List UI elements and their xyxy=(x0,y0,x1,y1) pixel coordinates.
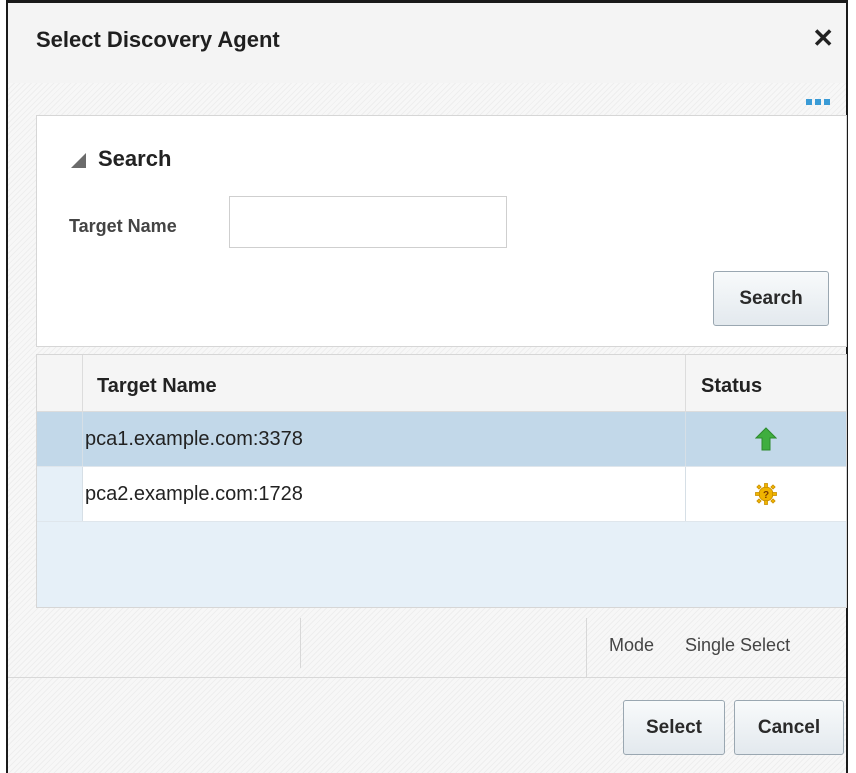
column-divider xyxy=(685,355,686,412)
dialog-title: Select Discovery Agent xyxy=(36,27,280,52)
table-row[interactable]: pca2.example.com:1728 ? xyxy=(37,467,846,522)
dialog-content: Search Target Name Search Target Name St… xyxy=(8,83,847,773)
search-header[interactable]: Search xyxy=(71,146,171,172)
search-panel: Search Target Name Search xyxy=(36,115,847,347)
dialog-titlebar: Select Discovery Agent ✕ xyxy=(8,3,846,83)
row-selector[interactable] xyxy=(37,467,83,521)
column-header-target-name[interactable]: Target Name xyxy=(97,375,217,398)
row-status: ? xyxy=(686,467,846,521)
target-name-label: Target Name xyxy=(69,216,177,236)
mode-label: Mode xyxy=(609,635,655,655)
close-icon[interactable]: ✕ xyxy=(812,25,834,51)
status-divider xyxy=(300,618,301,668)
more-options-icon[interactable] xyxy=(806,99,830,107)
search-button[interactable]: Search xyxy=(713,271,829,326)
collapse-triangle-icon[interactable] xyxy=(71,152,86,168)
row-selector[interactable] xyxy=(37,412,83,466)
row-target-name: pca1.example.com:3378 xyxy=(85,428,303,450)
target-name-input[interactable] xyxy=(229,196,507,248)
select-discovery-agent-dialog: Select Discovery Agent ✕ Search Target N… xyxy=(6,0,848,773)
status-bar: Mode Single Select xyxy=(8,608,850,680)
row-status xyxy=(686,412,846,466)
cancel-button[interactable]: Cancel xyxy=(734,700,844,755)
table-header: Target Name Status xyxy=(37,355,846,412)
select-button[interactable]: Select xyxy=(623,700,725,755)
targets-table: Target Name Status pca1.example.com:3378… xyxy=(36,354,847,608)
status-unknown-icon: ? xyxy=(755,483,777,505)
header-gutter xyxy=(37,355,83,412)
footer-divider xyxy=(8,677,846,678)
row-target-name: pca2.example.com:1728 xyxy=(85,483,303,505)
search-title: Search xyxy=(98,146,172,171)
column-header-status[interactable]: Status xyxy=(701,375,762,398)
svg-text:?: ? xyxy=(763,490,769,501)
table-row[interactable]: pca1.example.com:3378 xyxy=(37,412,846,467)
status-up-icon xyxy=(755,427,777,451)
status-divider xyxy=(586,618,587,678)
mode-value: Single Select xyxy=(685,635,791,655)
